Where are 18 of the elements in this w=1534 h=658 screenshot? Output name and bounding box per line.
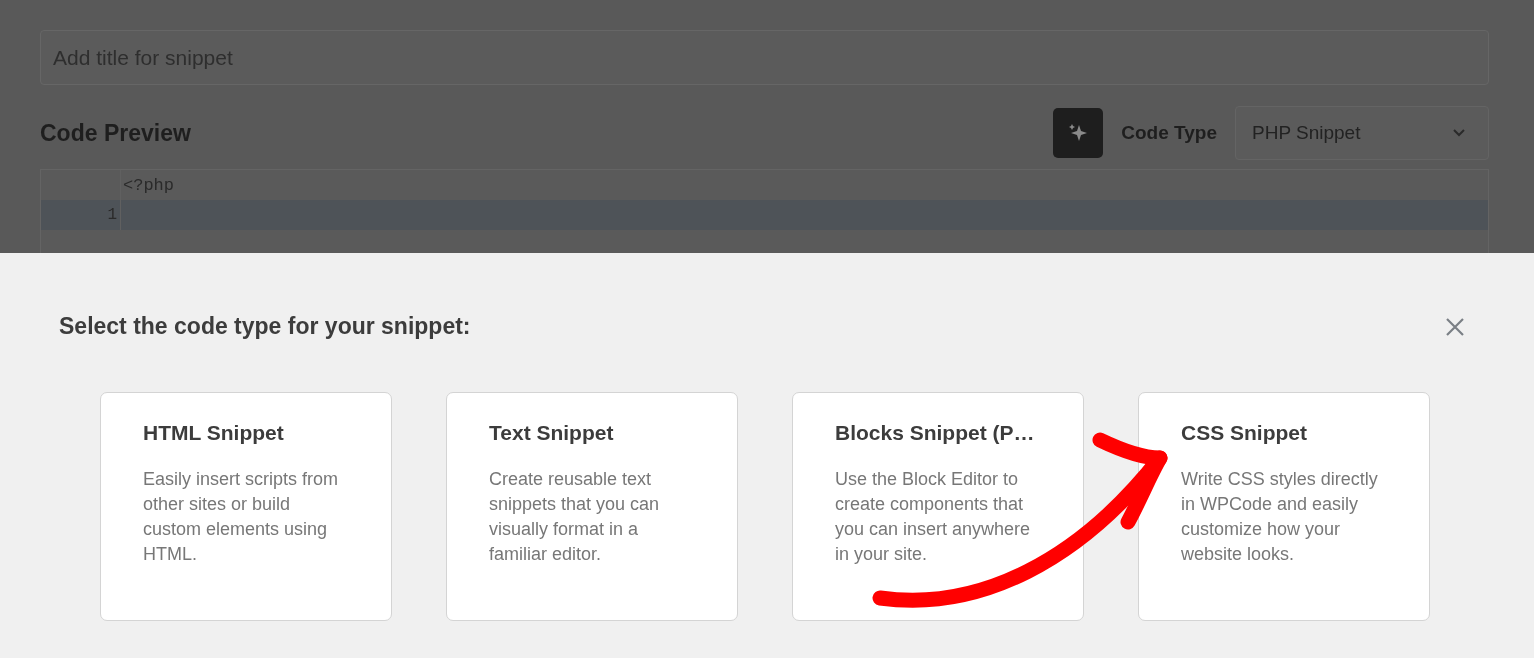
- section-title: Code Preview: [40, 119, 191, 147]
- card-description: Write CSS styles directly in WPCode and easily customize how your website looks.: [1181, 468, 1379, 566]
- chevron-down-icon: [1452, 128, 1466, 138]
- code-type-label: Code Type: [1121, 122, 1217, 144]
- modal-title: Select the code type for your snippet:: [59, 313, 471, 340]
- card-title: CSS Snippet: [1181, 421, 1307, 445]
- card-title: HTML Snippet: [143, 421, 284, 445]
- card-title: Text Snippet: [489, 421, 614, 445]
- card-description: Create reusable text snippets that you can visually format in a familiar editor.: [489, 468, 661, 566]
- snippet-type-card[interactable]: HTML Snippet Easily insert scripts from other sites or build custom elements using HTML.: [100, 392, 392, 621]
- card-title: Blocks Snippet (P…: [835, 421, 1035, 445]
- sparkle-button[interactable]: [1053, 108, 1104, 158]
- snippet-type-card[interactable]: CSS Snippet Write CSS styles directly in WPCode and easily customize how your website looks.: [1138, 392, 1430, 621]
- close-icon[interactable]: [1444, 315, 1466, 338]
- snippet-type-card[interactable]: Text Snippet Create reusable text snippets that you can visually format in a familiar editor.: [446, 392, 738, 621]
- card-description: Easily insert scripts from other sites or build custom elements using HTML.: [143, 468, 340, 566]
- snippet-type-card[interactable]: Blocks Snippet (P… Use the Block Editor to create components that you can insert anywhere in your site.: [792, 392, 1084, 621]
- card-description: Use the Block Editor to create components that you can insert anywhere in your site.: [835, 468, 1032, 566]
